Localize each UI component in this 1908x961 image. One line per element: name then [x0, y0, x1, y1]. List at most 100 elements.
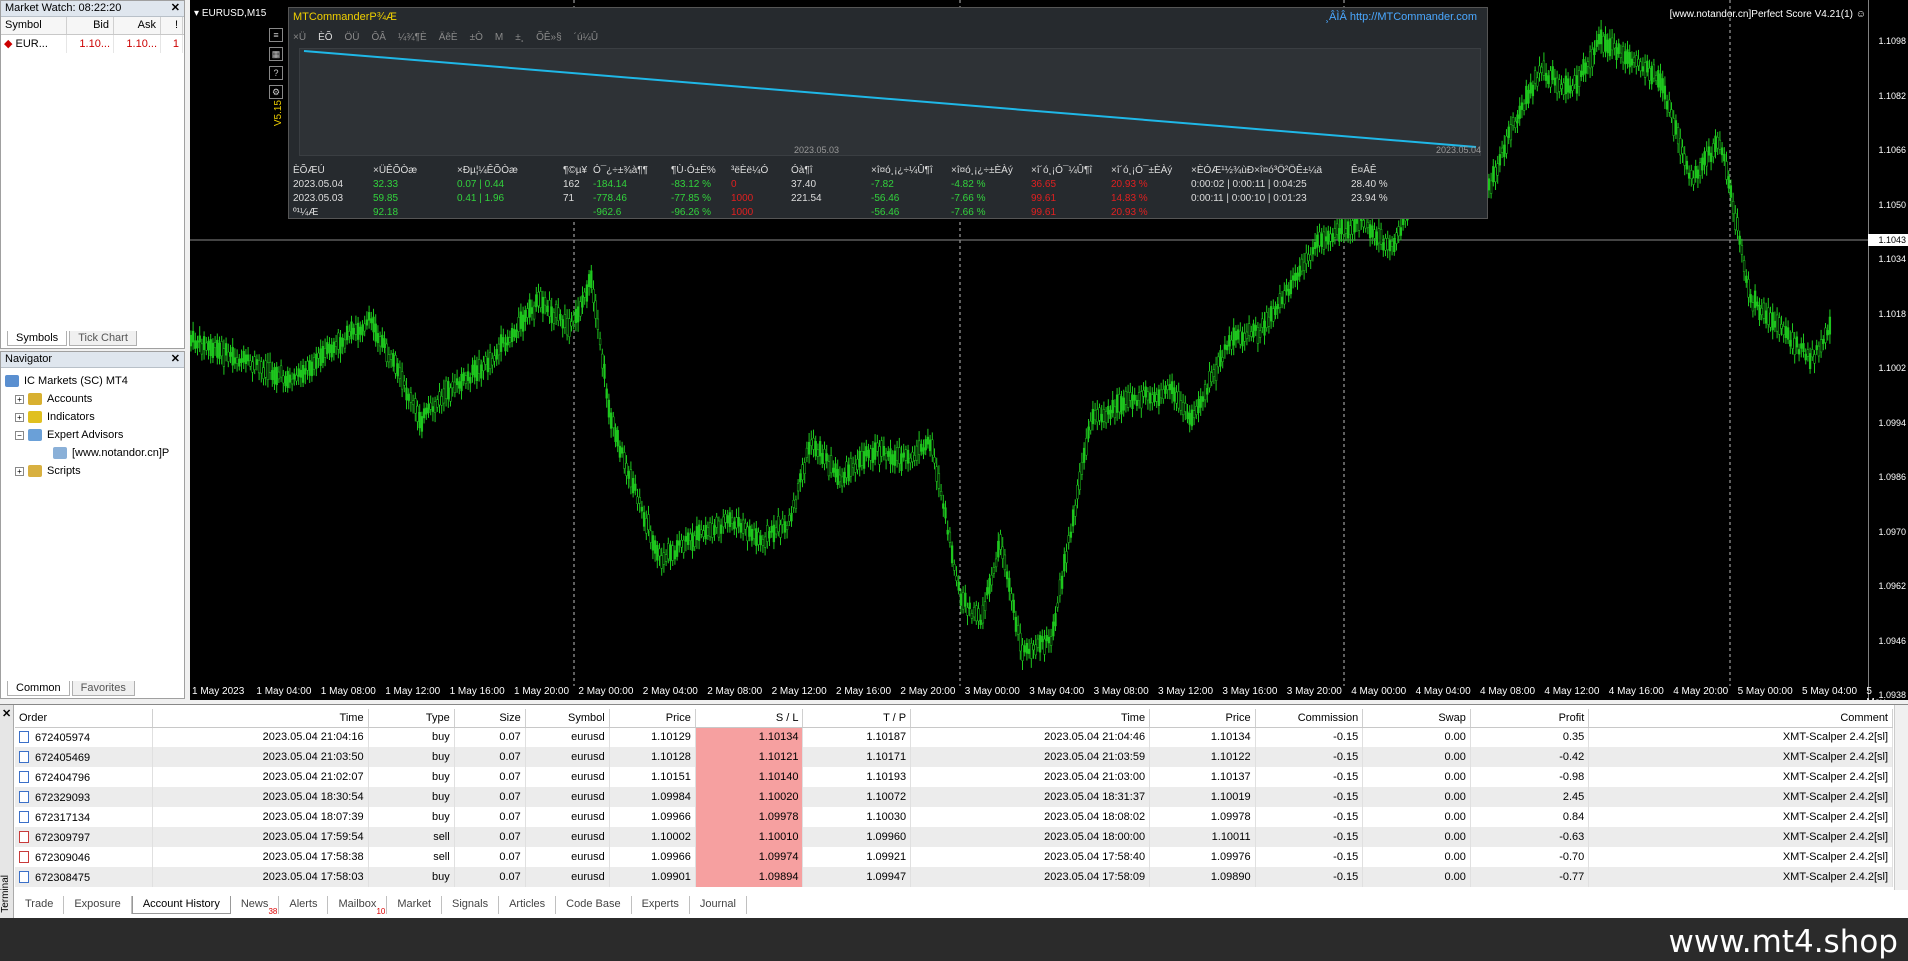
- candle-body: [1181, 401, 1185, 416]
- table-row[interactable]: 672405974 2023.05.04 21:04:16 buy 0.07 eurus…: [15, 727, 1893, 747]
- column-header[interactable]: Price: [1149, 709, 1256, 728]
- table-row[interactable]: 672309797 2023.05.04 17:59:54 sell 0.07 euru…: [15, 827, 1893, 847]
- column-header[interactable]: Commission: [1255, 709, 1364, 728]
- tab-exposure[interactable]: Exposure: [64, 896, 132, 914]
- tab-alerts[interactable]: Alerts: [279, 896, 329, 914]
- table-row[interactable]: 672308475 2023.05.04 17:58:03 buy 0.07 eurus…: [15, 867, 1893, 887]
- column-header[interactable]: Symbol: [525, 709, 610, 728]
- tab-favorites[interactable]: Favorites: [71, 681, 135, 696]
- col-spread[interactable]: !: [161, 17, 183, 34]
- table-cell: 2023.05.04 17:58:09: [910, 867, 1151, 887]
- mtc-tab[interactable]: ±Ò: [470, 32, 483, 43]
- tree-item-accounts[interactable]: + Accounts: [5, 390, 180, 408]
- tab-news[interactable]: News 38: [231, 896, 280, 916]
- close-icon[interactable]: ✕: [2, 707, 11, 720]
- mtc-url[interactable]: ¸ÂÌÂ http://MTCommander.com: [1325, 11, 1477, 23]
- column-header[interactable]: Time: [910, 709, 1151, 728]
- column-header[interactable]: Time: [152, 709, 369, 728]
- mtc-grid-icon[interactable]: ▦: [269, 47, 283, 61]
- col-bid[interactable]: Bid: [67, 17, 114, 34]
- tab-symbols[interactable]: Symbols: [7, 331, 68, 346]
- market-watch-row[interactable]: ◆ EUR... 1.10... 1.10... 1: [1, 35, 184, 53]
- column-header[interactable]: Size: [454, 709, 526, 728]
- time-tick: 5 May 04:00: [1802, 686, 1858, 697]
- candle-body: [253, 356, 256, 370]
- tab-signals[interactable]: Signals: [442, 896, 500, 914]
- tree-item-indicators[interactable]: + Indicators: [5, 408, 180, 426]
- candle-body: [1654, 75, 1658, 82]
- table-cell: XMT-Scalper 2.4.2[sl]: [1588, 747, 1893, 767]
- table-cell: 0.35: [1470, 727, 1590, 747]
- candle-body: [1505, 135, 1508, 154]
- mtc-tab[interactable]: ÈÕ: [318, 32, 332, 43]
- price-axis[interactable]: 1.1098 1.1082 1.1066 1.1050 1.1034 1.1018 1.10…: [1868, 0, 1908, 700]
- table-row[interactable]: 672317134 2023.05.04 18:07:39 buy 0.07 eurus…: [15, 807, 1893, 827]
- tab-common[interactable]: Common: [7, 681, 70, 696]
- tab-journal[interactable]: Journal: [690, 896, 747, 914]
- tree-root[interactable]: IC Markets (SC) MT4: [5, 372, 180, 390]
- mtc-tab[interactable]: M: [495, 32, 503, 43]
- tab-experts[interactable]: Experts: [632, 896, 690, 914]
- mtc-tab[interactable]: ´ú¼Û: [574, 32, 598, 43]
- column-header[interactable]: Type: [368, 709, 455, 728]
- vertical-scrollbar[interactable]: [1894, 705, 1908, 890]
- tree-item-expert-advisors[interactable]: − Expert Advisors: [5, 426, 180, 444]
- time-tick: 3 May 00:00: [964, 686, 1020, 697]
- tab-mailbox[interactable]: Mailbox 10: [328, 896, 388, 916]
- mtc-cell: 20.93 %: [1111, 207, 1148, 218]
- mtc-help-icon[interactable]: ?: [269, 66, 283, 80]
- tree-item-ea[interactable]: [www.notandor.cn]P: [5, 444, 180, 462]
- col-ask[interactable]: Ask: [114, 17, 161, 34]
- time-axis[interactable]: 1 May 2023 1 May 04:00 1 May 08:00 1 May 12…: [190, 684, 1885, 700]
- table-row[interactable]: 672309046 2023.05.04 17:58:38 sell 0.07 euru…: [15, 847, 1893, 867]
- column-header[interactable]: Price: [609, 709, 696, 728]
- candle-body: [345, 325, 349, 341]
- mtc-tab[interactable]: ÄêÈ: [439, 32, 458, 43]
- mtcommander-panel[interactable]: MTCommanderP¾Æ ¸ÂÌÂ http://MTCommander.c…: [269, 7, 1488, 219]
- column-header[interactable]: Comment: [1588, 709, 1893, 728]
- table-row[interactable]: 672405469 2023.05.04 21:03:50 buy 0.07 eurus…: [15, 747, 1893, 767]
- table-row[interactable]: 672329093 2023.05.04 18:30:54 buy 0.07 eurus…: [15, 787, 1893, 807]
- expand-icon[interactable]: +: [15, 466, 24, 476]
- candle-body: [1602, 36, 1605, 53]
- candle-body: [1500, 147, 1504, 153]
- col-symbol[interactable]: Symbol: [1, 17, 67, 34]
- tab-account-history[interactable]: Account History: [131, 896, 231, 914]
- table-cell: 2023.05.04 17:59:54: [152, 827, 369, 847]
- mtc-tab[interactable]: ×Ü: [293, 32, 306, 43]
- time-tick: 2 May 00:00: [578, 686, 634, 697]
- tree-item-scripts[interactable]: + Scripts: [5, 462, 180, 480]
- column-header[interactable]: Profit: [1470, 709, 1590, 728]
- candle-body: [1661, 78, 1664, 94]
- candle-body: [900, 453, 903, 471]
- order-id: 672405469: [35, 751, 91, 764]
- tab-code-base[interactable]: Code Base: [556, 896, 632, 914]
- column-header[interactable]: Order: [15, 709, 154, 728]
- candle-body: [1630, 58, 1634, 66]
- column-header[interactable]: T / P: [802, 709, 912, 728]
- mtc-tab[interactable]: ÔÂ: [372, 32, 386, 43]
- tab-tick-chart[interactable]: Tick Chart: [69, 331, 137, 346]
- column-header[interactable]: S / L: [695, 709, 804, 728]
- expand-icon[interactable]: +: [15, 412, 24, 422]
- candle-body: [502, 337, 505, 344]
- tab-market[interactable]: Market: [387, 896, 443, 914]
- price-chart[interactable]: ▾ EURUSD,M15 [www.notandor.cn]Perfect Sc…: [190, 0, 1908, 700]
- mtc-tab[interactable]: ÕÊ»§: [536, 32, 562, 43]
- mtc-tab[interactable]: ÖÜ: [345, 32, 360, 43]
- mtc-menu-icon[interactable]: ≡: [269, 28, 283, 42]
- expand-icon[interactable]: +: [15, 394, 24, 404]
- mtc-tab[interactable]: ±¸: [515, 32, 524, 43]
- mtc-cell: 36.65: [1031, 179, 1057, 190]
- candle-body: [451, 381, 454, 389]
- mtc-tab[interactable]: ¼¾¶È: [398, 32, 427, 43]
- tab-articles[interactable]: Articles: [499, 896, 557, 914]
- close-icon[interactable]: ✕: [171, 352, 180, 367]
- tab-trade[interactable]: Trade: [15, 896, 65, 914]
- mtc-settings-icon[interactable]: ⚙: [269, 85, 283, 99]
- table-row[interactable]: 672404796 2023.05.04 21:02:07 buy 0.07 eurus…: [15, 767, 1893, 787]
- mtc-cell: ×ÈÓÆ¹½¾ùÐ×î¤ó³Ö²ÖÊ±¼ä: [1191, 165, 1323, 176]
- close-icon[interactable]: ✕: [171, 1, 180, 16]
- column-header[interactable]: Swap: [1362, 709, 1471, 728]
- collapse-icon[interactable]: −: [15, 430, 24, 440]
